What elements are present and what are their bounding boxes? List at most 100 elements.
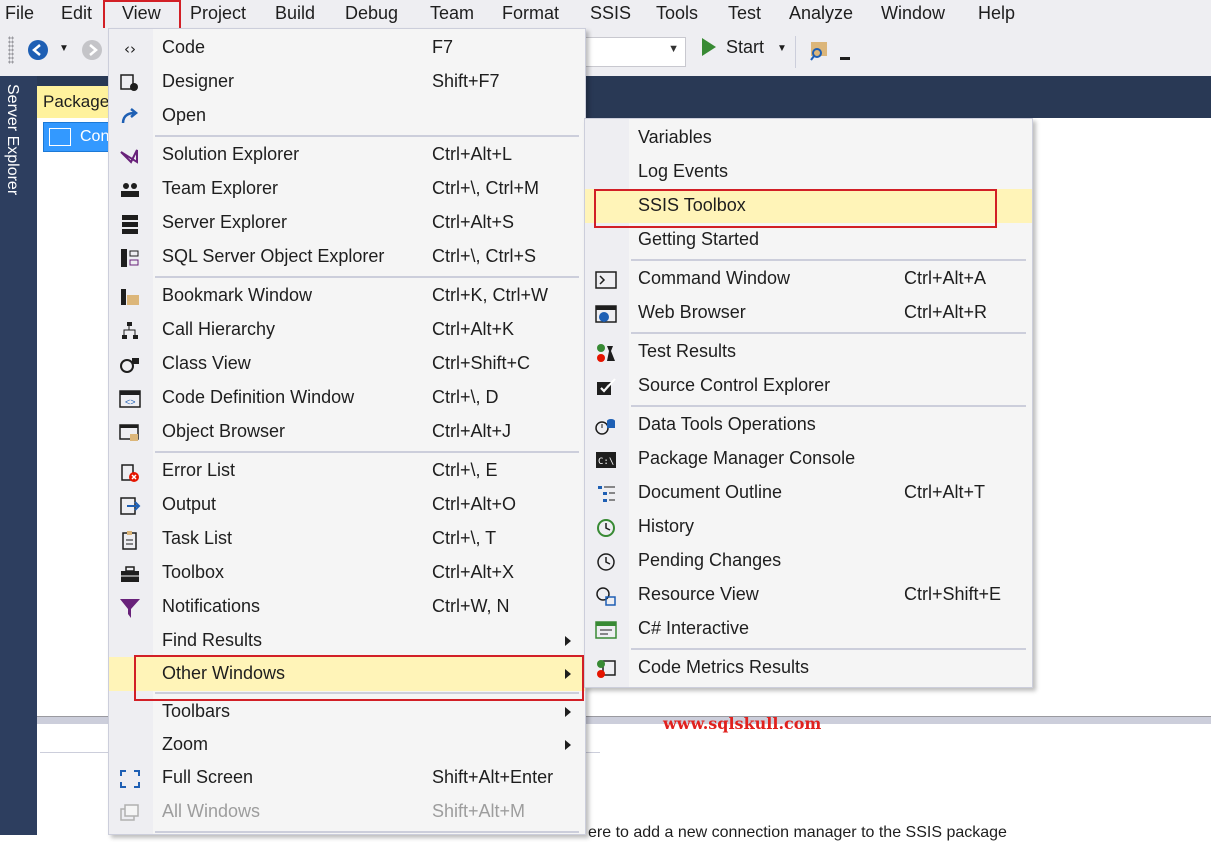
menu-window[interactable]: Window <box>881 3 945 24</box>
menu-item-code[interactable]: ‹› Code F7 <box>109 31 585 65</box>
menu-item-pending-changes[interactable]: Pending Changes <box>585 544 1032 578</box>
menu-item-label: Error List <box>162 460 236 480</box>
menu-item-zoom[interactable]: Zoom <box>109 728 585 762</box>
menu-item-source-control-explorer[interactable]: Source Control Explorer <box>585 369 1032 403</box>
menu-item-variables[interactable]: Variables <box>585 121 1032 155</box>
menu-item-log-events[interactable]: Log Events <box>585 155 1032 189</box>
menu-item-history[interactable]: History <box>585 510 1032 544</box>
menu-test[interactable]: Test <box>728 3 761 24</box>
menu-item-shortcut: Ctrl+W, N <box>432 596 510 616</box>
error-list-icon <box>119 462 141 482</box>
menu-item-code-metrics-results[interactable]: Code Metrics Results <box>585 651 1032 685</box>
menu-edit[interactable]: Edit <box>61 3 92 24</box>
solution-explorer-icon <box>119 146 141 166</box>
menu-item-call-hierarchy[interactable]: Call Hierarchy Ctrl+Alt+K <box>109 313 585 347</box>
menu-item-error-list[interactable]: Error List Ctrl+\, E <box>109 454 585 488</box>
menu-item-command-window[interactable]: Command Window Ctrl+Alt+A <box>585 262 1032 296</box>
menu-item-sql-server-object-explorer[interactable]: SQL Server Object Explorer Ctrl+\, Ctrl+… <box>109 240 585 274</box>
menu-item-label: Designer <box>162 71 235 91</box>
csharp-interactive-icon <box>595 620 617 640</box>
menu-item-label: Code <box>162 37 206 57</box>
toolbar-separator <box>795 36 796 68</box>
menu-item-label: Full Screen <box>162 767 254 787</box>
menu-item-shortcut: Ctrl+K, Ctrl+W <box>432 285 549 305</box>
menu-item-full-screen[interactable]: Full Screen Shift+Alt+Enter <box>109 761 585 795</box>
all-windows-icon <box>119 803 141 823</box>
menu-build[interactable]: Build <box>275 3 315 24</box>
menu-item-designer[interactable]: Designer Shift+F7 <box>109 65 585 99</box>
back-icon[interactable] <box>28 40 48 60</box>
code-icon: ‹› <box>124 40 136 58</box>
menu-item-data-tools-operations[interactable]: Data Tools Operations <box>585 408 1032 442</box>
menu-item-solution-explorer[interactable]: Solution Explorer Ctrl+Alt+L <box>109 138 585 172</box>
menu-item-label: Notifications <box>162 596 261 616</box>
package-manager-icon: C:\ <box>595 450 617 470</box>
menu-item-label: Code Definition Window <box>162 387 355 407</box>
menu-item-code-definition-window[interactable]: <> Code Definition Window Ctrl+\, D <box>109 381 585 415</box>
menu-item-label: C# Interactive <box>638 618 750 638</box>
menu-item-getting-started[interactable]: Getting Started <box>585 223 1032 257</box>
menu-item-find-results[interactable]: Find Results <box>109 624 585 658</box>
start-dropdown-icon[interactable]: ▼ <box>777 43 787 54</box>
menu-item-notifications[interactable]: Notifications Ctrl+W, N <box>109 590 585 624</box>
menu-item-label: History <box>638 516 695 536</box>
menu-item-server-explorer[interactable]: Server Explorer Ctrl+Alt+S <box>109 206 585 240</box>
other-windows-highlight-box <box>134 655 584 701</box>
full-screen-icon <box>119 769 141 789</box>
menu-item-label: Bookmark Window <box>162 285 313 305</box>
menu-item-label: Pending Changes <box>638 550 782 570</box>
menu-item-csharp-interactive[interactable]: C# Interactive <box>585 612 1032 646</box>
menu-item-label: Team Explorer <box>162 178 279 198</box>
resource-view-icon <box>595 586 617 606</box>
menu-item-object-browser[interactable]: Object Browser Ctrl+Alt+J <box>109 415 585 449</box>
menu-item-label: Log Events <box>638 161 729 181</box>
menu-item-package-manager-console[interactable]: C:\ Package Manager Console <box>585 442 1032 476</box>
menu-item-shortcut: Ctrl+Alt+R <box>904 302 988 322</box>
menu-format[interactable]: Format <box>502 3 559 24</box>
menu-item-test-results[interactable]: Test Results <box>585 335 1032 369</box>
menu-team[interactable]: Team <box>430 3 474 24</box>
menu-item-shortcut: Ctrl+Alt+A <box>904 268 987 288</box>
toolbar-overflow-icon[interactable]: ▬ <box>840 52 850 63</box>
menu-separator <box>155 451 579 453</box>
menu-separator <box>155 135 579 137</box>
menu-item-task-list[interactable]: Task List Ctrl+\, T <box>109 522 585 556</box>
menu-file[interactable]: File <box>5 3 34 24</box>
call-hierarchy-icon <box>119 321 141 341</box>
toolbar-grip[interactable] <box>8 36 14 64</box>
submenu-arrow-icon <box>565 740 571 750</box>
menu-item-bookmark-window[interactable]: Bookmark Window Ctrl+K, Ctrl+W <box>109 279 585 313</box>
history-icon <box>595 518 617 538</box>
notifications-icon <box>119 598 141 618</box>
find-in-files-icon[interactable] <box>808 38 832 62</box>
menu-bar: File Edit View Project Build Debug Team … <box>0 0 1211 28</box>
menu-tools[interactable]: Tools <box>656 3 698 24</box>
menu-project[interactable]: Project <box>190 3 246 24</box>
submenu-arrow-icon <box>565 707 571 717</box>
control-flow-tab[interactable]: Con <box>43 122 113 152</box>
menu-analyze[interactable]: Analyze <box>789 3 853 24</box>
menu-item-open[interactable]: Open <box>109 99 585 133</box>
menu-item-document-outline[interactable]: Document Outline Ctrl+Alt+T <box>585 476 1032 510</box>
svg-text:C:\: C:\ <box>598 457 614 467</box>
menu-debug[interactable]: Debug <box>345 3 398 24</box>
menu-ssis[interactable]: SSIS <box>590 3 631 24</box>
server-explorer-tab[interactable]: Server Explorer <box>3 84 21 195</box>
forward-icon[interactable] <box>82 40 102 60</box>
start-button[interactable]: Start ▼ <box>702 37 787 67</box>
toolbox-icon <box>119 564 141 584</box>
menu-item-all-windows[interactable]: All Windows Shift+Alt+M <box>109 795 585 829</box>
solution-configuration-combo[interactable]: ▼ <box>585 37 686 67</box>
menu-item-output[interactable]: Output Ctrl+Alt+O <box>109 488 585 522</box>
menu-item-web-browser[interactable]: Web Browser Ctrl+Alt+R <box>585 296 1032 330</box>
back-dropdown-icon[interactable]: ▼ <box>59 43 69 54</box>
menu-item-resource-view[interactable]: Resource View Ctrl+Shift+E <box>585 578 1032 612</box>
test-results-icon <box>595 343 617 363</box>
menu-item-toolbox[interactable]: Toolbox Ctrl+Alt+X <box>109 556 585 590</box>
menu-item-shortcut: Ctrl+\, T <box>432 528 497 548</box>
menu-item-team-explorer[interactable]: Team Explorer Ctrl+\, Ctrl+M <box>109 172 585 206</box>
task-list-icon <box>119 530 141 550</box>
svg-text:<>: <> <box>125 397 136 407</box>
menu-help[interactable]: Help <box>978 3 1015 24</box>
menu-item-class-view[interactable]: Class View Ctrl+Shift+C <box>109 347 585 381</box>
